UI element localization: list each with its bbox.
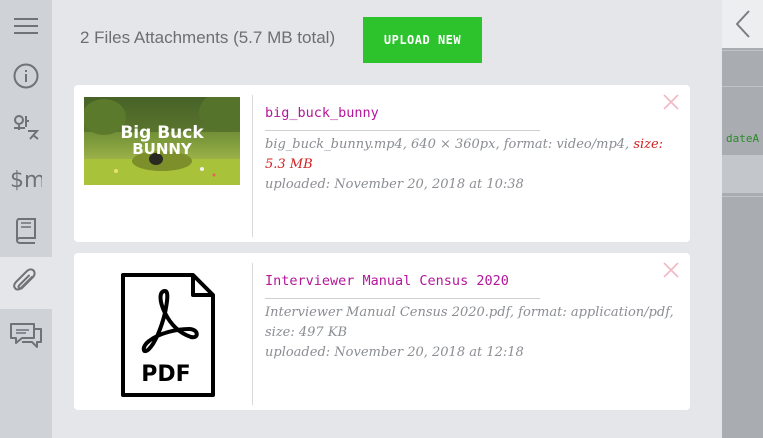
page-title: 2 Files Attachments (5.7 MB total) (80, 28, 336, 47)
book-icon (15, 218, 36, 244)
title-rule (265, 298, 540, 299)
panel-divider (722, 50, 763, 51)
sidebar: $m (0, 0, 52, 438)
currency-icon: $m (10, 168, 42, 192)
translate-icon (14, 115, 39, 140)
paperclip-icon (13, 268, 36, 291)
file-title[interactable]: Interviewer Manual Census 2020 (265, 273, 509, 289)
title-rule (265, 130, 540, 131)
file-meta-details: big_buck_bunny.mp4, 640 × 360px, format:… (265, 137, 630, 152)
close-icon[interactable] (662, 261, 680, 279)
file-uploaded: uploaded: November 20, 2018 at 10:38 (265, 177, 524, 192)
right-panel: dateA (722, 0, 763, 438)
sidebar-item-book[interactable] (0, 205, 52, 257)
video-thumbnail[interactable]: Big Buck BUNNY (84, 97, 240, 185)
card-divider (252, 95, 253, 237)
file-meta: Interviewer Manual Census 2020.pdf, form… (265, 303, 675, 363)
pdf-file-icon: PDF (121, 273, 215, 397)
thumbnail-subtitle: BUNNY (132, 140, 193, 158)
chevron-left-icon (735, 10, 750, 38)
file-meta: big_buck_bunny.mp4, 640 × 360px, format:… (265, 135, 675, 195)
hamburger-menu-icon (14, 18, 38, 34)
sidebar-item-info[interactable] (0, 50, 52, 102)
sidebar-item-currency[interactable]: $m (0, 153, 52, 205)
upload-new-button[interactable]: UPLOAD NEW (363, 17, 482, 63)
collapse-panel-button[interactable] (722, 0, 763, 48)
panel-block (722, 155, 763, 193)
attachments-panel: 2 Files Attachments (5.7 MB total) UPLOA… (52, 0, 722, 438)
card-divider (252, 263, 253, 405)
code-snippet: dateA (726, 132, 760, 145)
pdf-label: PDF (141, 362, 190, 387)
sidebar-item-comments[interactable] (0, 309, 52, 361)
chat-icon (10, 323, 42, 348)
info-icon (13, 63, 39, 89)
sidebar-item-attachments[interactable] (0, 257, 52, 309)
file-size: size: 497 KB (265, 325, 348, 340)
pdf-thumbnail[interactable]: PDF (119, 271, 219, 399)
sidebar-item-translate[interactable] (0, 101, 52, 153)
close-icon[interactable] (662, 93, 680, 111)
file-title[interactable]: big_buck_bunny (265, 105, 379, 121)
panel-divider (722, 86, 763, 87)
file-card: PDF Interviewer Manual Census 2020 Inter… (74, 253, 690, 410)
file-uploaded: uploaded: November 20, 2018 at 12:18 (265, 345, 524, 360)
sidebar-item-menu[interactable] (0, 0, 52, 52)
file-card: Big Buck BUNNY big_buck_bunny big_buck_b… (74, 85, 690, 242)
panel-divider (722, 196, 763, 197)
svg-text:$m: $m (10, 168, 42, 192)
file-meta-details: Interviewer Manual Census 2020.pdf, form… (265, 305, 674, 320)
